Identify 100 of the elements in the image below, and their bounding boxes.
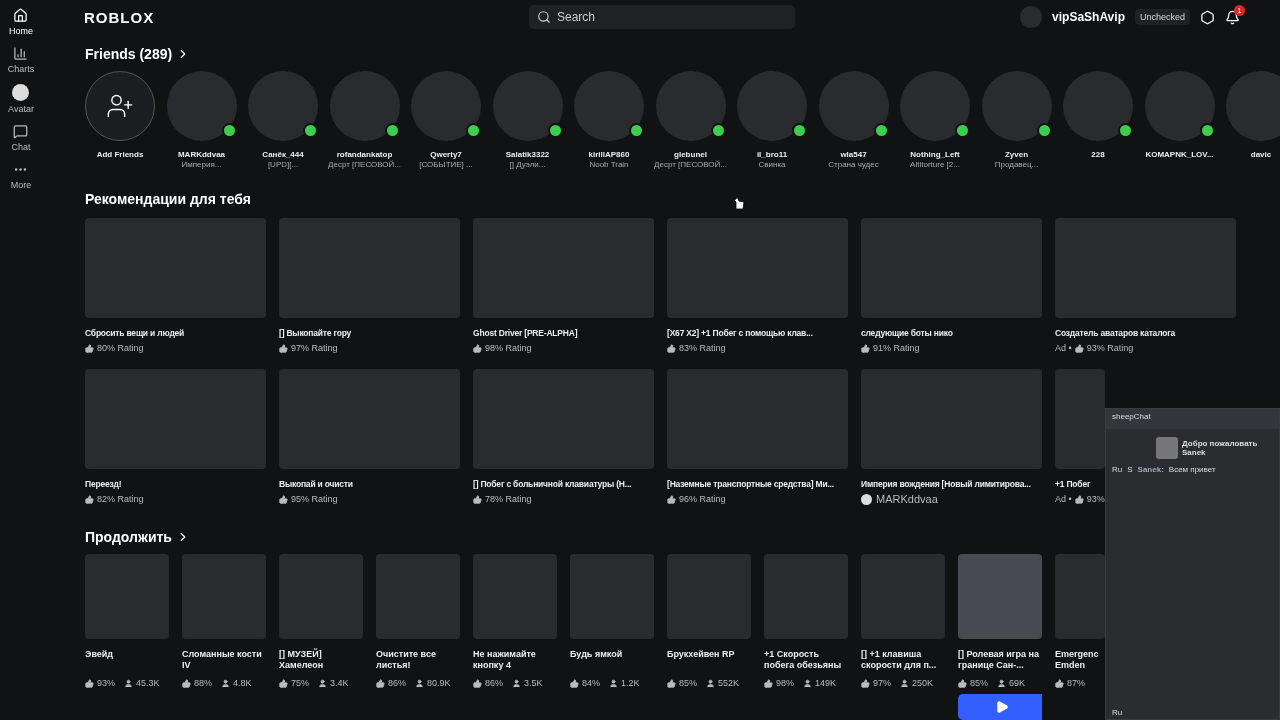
friend-name[interactable]: Санёк_444 (262, 150, 304, 159)
game-title[interactable]: Сбросить вещи и людей (85, 328, 185, 338)
game-title[interactable]: Брукхейвен RP (667, 649, 751, 673)
section-title[interactable]: Friends (289) (85, 46, 191, 62)
game-rating: 82% Rating (97, 494, 144, 504)
game-title[interactable]: Сломанные кости IV (182, 649, 266, 673)
players-icon (803, 678, 812, 688)
friend-name[interactable]: davic (1250, 150, 1272, 159)
game-title[interactable]: Emergenc Emden (1055, 649, 1105, 673)
game-thumbnail[interactable] (279, 554, 363, 639)
game-thumbnail[interactable] (667, 554, 751, 639)
game-thumbnail[interactable] (85, 218, 266, 318)
thumbs-up-icon (279, 494, 288, 504)
player-count: 69K (1009, 678, 1026, 688)
ad-label: Ad • (1055, 343, 1072, 353)
game-title[interactable]: [] +1 клавиша скорости для п... (861, 649, 945, 673)
chat-message: Всем привет (1168, 465, 1216, 474)
friend-status: Империя... (181, 160, 222, 169)
friend-name[interactable]: KOMAPNK_LOV... (1145, 150, 1214, 159)
section-title: Рекомендации для тебя (85, 191, 251, 207)
game-title[interactable]: +1 Побег (1055, 479, 1091, 489)
language-tag: Ru (1112, 465, 1123, 474)
game-title[interactable]: Выкопай и очисти (279, 479, 353, 489)
game-title[interactable]: Эвейд (85, 649, 169, 673)
friend-name[interactable]: rofandankatop (336, 150, 393, 159)
game-thumbnail[interactable] (376, 554, 460, 639)
thumbs-up-icon (1074, 494, 1084, 504)
player-count: 250K (912, 678, 934, 688)
game-thumbnail[interactable] (1055, 218, 1236, 318)
game-title[interactable]: [] Выкопайте гору (279, 328, 352, 338)
play-icon (995, 700, 1009, 714)
game-thumbnail[interactable] (958, 554, 1042, 639)
game-title[interactable]: следующие боты нико (861, 328, 953, 338)
sidebar-item[interactable]: Home (9, 8, 33, 36)
friend-avatar[interactable] (1226, 71, 1280, 141)
game-thumbnail[interactable] (861, 218, 1042, 318)
game-title[interactable]: [Наземные транспортные средства] Ми... (667, 479, 834, 489)
game-rating: 91% Rating (873, 343, 920, 353)
game-thumbnail[interactable] (85, 554, 169, 639)
ad-label: Ad • (1055, 494, 1072, 504)
notifications-icon[interactable] (1225, 9, 1240, 25)
robux-icon[interactable] (1200, 9, 1215, 25)
friend-name[interactable]: Zyven (1004, 150, 1029, 159)
game-thumbnail[interactable] (473, 369, 654, 469)
game-thumbnail[interactable] (279, 218, 460, 318)
game-rating: 84% (582, 678, 600, 688)
game-title[interactable]: Будь ямкой (570, 649, 654, 673)
friend-status: Десрт [ПЕСОВОЙ... (654, 160, 727, 169)
game-title[interactable]: [X67 X2] +1 Побег с помощью клав... (667, 328, 813, 338)
game-title[interactable]: Ghost Driver [PRE-ALPHA] (473, 328, 578, 338)
friend-name[interactable]: kirillAP860 (588, 150, 630, 159)
search-field[interactable]: Search (529, 5, 795, 29)
game-thumbnail[interactable] (473, 218, 654, 318)
game-thumbnail[interactable] (861, 554, 945, 639)
game-thumbnail[interactable] (1055, 369, 1105, 469)
game-thumbnail[interactable] (85, 369, 266, 469)
game-title[interactable]: [] МУЗЕЙ] Хамелеон (279, 649, 363, 673)
game-thumbnail[interactable] (570, 554, 654, 639)
friend-name[interactable]: Qwerty7 (430, 150, 462, 159)
sidebar-item[interactable]: Charts (7, 46, 35, 74)
game-title[interactable]: Создатель аватаров каталога (1055, 328, 1176, 338)
game-rating: 85% (970, 678, 988, 688)
game-thumbnail[interactable] (1055, 554, 1105, 639)
thumbs-up-icon (667, 678, 676, 688)
game-thumbnail[interactable] (473, 554, 557, 639)
game-title[interactable]: Очистите все листья! (376, 649, 460, 673)
friend-name[interactable]: Salatik3322 (505, 150, 550, 159)
game-title[interactable]: [] Побег с больничной клавиатуры (Н... (473, 479, 632, 489)
friend-name[interactable]: il_bro11 (756, 150, 788, 159)
game-title[interactable]: +1 Скорость побега обезьяны (764, 649, 848, 673)
thumbs-up-icon (473, 678, 482, 688)
logo[interactable]: ROBLOX (84, 8, 529, 26)
game-thumbnail[interactable] (279, 369, 460, 469)
game-rating: 93% (97, 678, 115, 688)
username[interactable]: vipSaShAvip (1052, 10, 1125, 24)
user-avatar[interactable] (1020, 6, 1043, 28)
thumbs-up-icon (861, 343, 870, 353)
play-button[interactable] (958, 694, 1042, 720)
friend-name[interactable]: Nothing_Left (910, 150, 960, 159)
friend-name[interactable]: MARKddvaa (177, 150, 226, 159)
sidebar-item[interactable]: More (10, 162, 32, 190)
game-title[interactable]: Не нажимайте кнопку 4 (473, 649, 557, 673)
game-thumbnail[interactable] (182, 554, 266, 639)
player-count: 1.2K (621, 678, 640, 688)
sidebar-item[interactable]: Avatar (8, 84, 34, 114)
friend-status: [СОБЫТИЕ] ... (419, 160, 473, 169)
game-title[interactable]: Переезд! (85, 479, 122, 489)
friend-name[interactable]: 228 (1091, 150, 1105, 159)
player-count: 3.5K (524, 678, 543, 688)
user-initial: S (1127, 465, 1133, 474)
sidebar-item[interactable]: Chat (11, 124, 31, 152)
game-thumbnail[interactable] (861, 369, 1042, 469)
game-title[interactable]: [] Ролевая игра на границе Сан-... (958, 649, 1042, 673)
friend-name[interactable]: glebunel (674, 150, 707, 159)
section-title[interactable]: Продолжить (85, 529, 190, 545)
friend-name[interactable]: wla547 (840, 150, 867, 159)
game-title[interactable]: Империя вождения [Новый лимитирова... (861, 479, 1031, 489)
game-thumbnail[interactable] (667, 369, 848, 469)
game-thumbnail[interactable] (667, 218, 848, 318)
game-thumbnail[interactable] (764, 554, 848, 639)
